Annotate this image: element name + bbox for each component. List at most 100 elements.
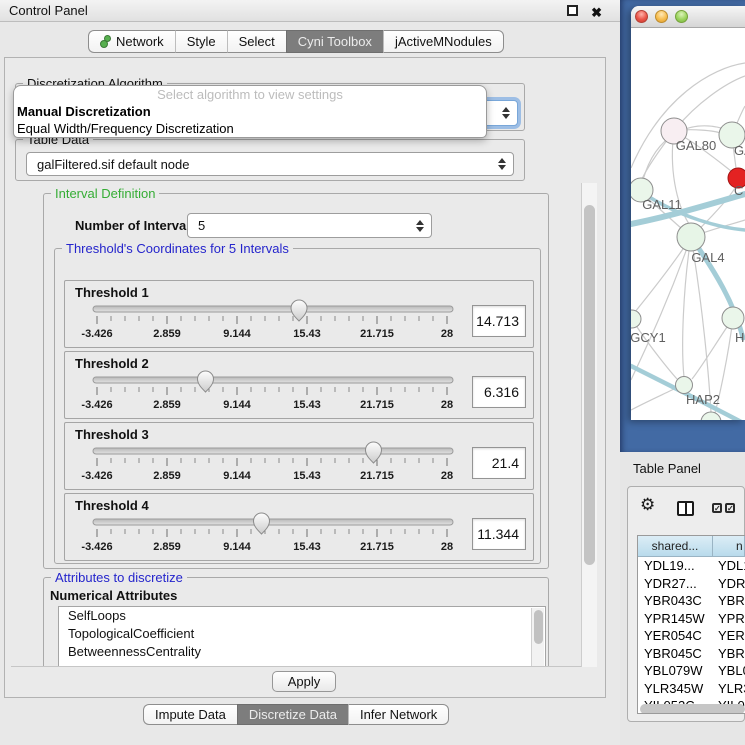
svg-text:28: 28 [441,399,453,411]
screen: Control Panel ✖ NetworkStyleSelectCyni T… [0,0,745,745]
table-row[interactable]: YER054CYER0 [638,627,745,645]
threshold-coords-group: Threshold's Coordinates for 5 Intervals … [54,248,541,564]
node-label-partial: H [735,330,744,345]
threshold-box: Threshold 3-3.4262.8599.14415.4321.71528… [64,422,534,490]
bottom-tab-bar: Impute Data Discretize Data Infer Network [143,704,449,725]
threshold-slider[interactable]: -3.4262.8599.14415.4321.71528 [83,370,473,416]
tab-cyni-toolbox[interactable]: Cyni Toolbox [286,30,383,53]
attribute-item-selfloops[interactable]: SelfLoops [59,607,545,625]
network-desktop: GAL80GAL11GAL4GCY1HAP2GACH [620,0,745,452]
tab-style[interactable]: Style [175,30,227,53]
table-row[interactable]: YDL19...YDL1 [638,557,745,575]
dropdown-option-equal-width-frequency-discretization[interactable]: Equal Width/Frequency Discretization [14,120,486,137]
tab-infer-network[interactable]: Infer Network [348,704,449,725]
network-node-gcy1[interactable] [631,310,641,328]
tab-label: Discretize Data [249,704,337,725]
network-node[interactable] [701,412,721,420]
interval-definition-label: Interval Definition [51,186,159,201]
table-data-value: galFiltered.sif default node [37,153,189,175]
threshold-slider[interactable]: -3.4262.8599.14415.4321.71528 [83,299,473,345]
tab-label: Impute Data [155,704,226,725]
svg-text:2.859: 2.859 [153,399,181,411]
tab-discretize-data[interactable]: Discretize Data [237,704,348,725]
table-row[interactable]: YBL079WYBL0 [638,662,745,680]
dropdown-placeholder: Select algorithm to view settings [14,86,486,103]
close-traffic-light[interactable] [635,10,648,23]
slider-thumb[interactable] [197,371,213,392]
num-intervals-label: Number of Intervals [75,218,197,233]
gear-icon[interactable]: ⚙ [640,495,655,515]
threshold-value-field[interactable]: 14.713 [472,305,526,337]
tab-jactivemnodules[interactable]: jActiveMNodules [383,30,504,53]
table-cell: YLR3 [713,680,745,698]
settings-scrollbar[interactable] [581,183,597,667]
tab-label: jActiveMNodules [395,31,492,52]
table-cell: YPR1 [713,610,745,628]
zoom-traffic-light[interactable] [675,10,688,23]
slider-thumb[interactable] [253,513,269,534]
tab-network[interactable]: Network [88,30,175,53]
tab-select[interactable]: Select [227,30,286,53]
scrollbar-thumb[interactable] [534,610,543,644]
table-row[interactable]: YBR043CYBR0 [638,592,745,610]
table-cell: YLR345W [638,680,713,698]
svg-text:-3.426: -3.426 [81,399,112,411]
table-row[interactable]: YDR27...YDR2 [638,575,745,593]
svg-text:2.859: 2.859 [153,470,181,482]
dropdown-option-manual-discretization[interactable]: Manual Discretization [14,103,486,120]
tab-impute-data[interactable]: Impute Data [143,704,237,725]
table-row[interactable]: YPR145WYPR1 [638,610,745,628]
table-data-combobox[interactable]: galFiltered.sif default node [26,152,514,176]
numerical-attributes-list[interactable]: SelfLoopsTopologicalCoefficientBetweenne… [58,606,546,667]
column-header-1[interactable]: shared... [638,536,713,557]
threshold-label: Threshold 3 [75,427,149,442]
threshold-value-field[interactable]: 21.4 [472,447,526,479]
node-table: shared...n YDL19...YDL1YDR27...YDR2YBR04… [637,535,745,714]
network-node-hap2[interactable] [676,377,693,394]
scrollbar-thumb[interactable] [584,205,595,565]
network-canvas[interactable]: GAL80GAL11GAL4GCY1HAP2GACH [631,28,745,420]
table-cell: YBR043C [638,592,713,610]
table-row[interactable]: YBR045CYBR0 [638,645,745,663]
attributes-list-scrollbar[interactable] [531,608,544,667]
network-edge [631,237,691,380]
table-data-group: Table Data galFiltered.sif default node [15,139,525,181]
table-row[interactable]: YLR345WYLR3 [638,680,745,698]
column-layout-icon[interactable] [677,501,694,516]
slider-thumb[interactable] [365,442,381,463]
threshold-value-field[interactable]: 6.316 [472,376,526,408]
table-cell: YDL19... [638,557,713,575]
attributes-group-label: Attributes to discretize [51,570,187,585]
attribute-item-betweennesscentrality[interactable]: BetweennessCentrality [59,643,545,661]
node-label-gcy1: GCY1 [631,330,666,345]
table-cell: YPR145W [638,610,713,628]
node-label-gal4: GAL4 [691,250,724,265]
num-intervals-combobox[interactable]: 5 [187,213,432,238]
float-window-icon[interactable] [567,5,578,16]
minimize-traffic-light[interactable] [655,10,668,23]
network-window-titlebar [631,6,745,28]
num-intervals-value: 5 [198,214,205,237]
checkbox-icon[interactable]: ✓ [725,503,735,513]
control-panel-main: Discretization Algorithm Table Data galF… [4,57,606,698]
threshold-value-field[interactable]: 11.344 [472,518,526,550]
attribute-item-topologicalcoefficient[interactable]: TopologicalCoefficient [59,625,545,643]
apply-button[interactable]: Apply [272,671,336,692]
table-panel-title: Table Panel [633,461,701,476]
table-horizontal-scrollbar[interactable] [640,704,745,714]
svg-text:15.43: 15.43 [293,470,321,482]
settings-viewport: Interval Definition Number of Intervals … [11,183,581,667]
threshold-slider[interactable]: -3.4262.8599.14415.4321.71528 [83,441,473,487]
table-cell: YDR27... [638,575,713,593]
svg-text:15.43: 15.43 [293,399,321,411]
svg-text:21.715: 21.715 [360,541,394,553]
threshold-slider[interactable]: -3.4262.8599.14415.4321.71528 [83,512,473,558]
column-header-2[interactable]: n [713,536,745,557]
checkbox-icon[interactable]: ✓ [712,503,722,513]
network-node-gal4[interactable] [677,223,705,251]
close-icon[interactable]: ✖ [591,2,602,23]
network-node[interactable] [722,307,744,329]
table-cell: YBR045C [638,645,713,663]
network-icon [100,35,111,48]
control-panel-titlebar: Control Panel ✖ [0,0,620,22]
